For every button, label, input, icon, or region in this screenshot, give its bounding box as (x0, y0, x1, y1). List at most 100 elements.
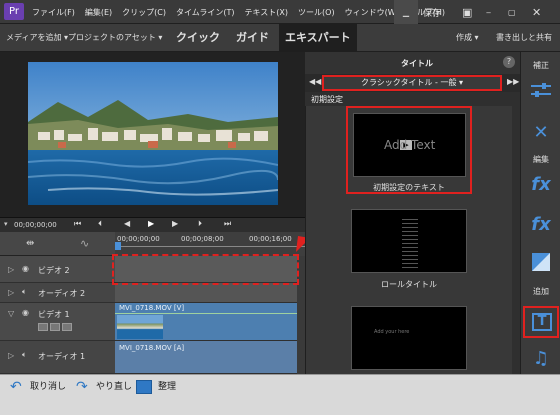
video-clip[interactable]: MVI_0718.MOV [V] (115, 303, 297, 341)
minimize-icon[interactable]: ▁ (394, 0, 418, 24)
keyframe-add-icon[interactable] (50, 323, 60, 331)
tools-icon[interactable]: ✕ (527, 118, 555, 146)
opacity-line[interactable] (115, 313, 297, 314)
save-button[interactable]: 保存 (423, 0, 441, 24)
step-back-icon[interactable]: ⏴ (98, 219, 102, 229)
rewind-icon[interactable]: ◀ (124, 219, 130, 228)
title-caption: ロールタイトル (381, 280, 437, 289)
expand-icon[interactable]: ▷ (8, 351, 14, 360)
track-audio-2: ▷ 🔈︎ オーディオ 2 (0, 283, 305, 303)
category-label: クラシックタイトル - 一般 (360, 78, 457, 87)
add-media-label: メディアを追加 (6, 33, 62, 42)
edit-label: 編集 (533, 155, 549, 164)
title-caption: 初期設定のテキスト (373, 183, 445, 192)
titles-button[interactable]: T (523, 306, 559, 338)
organizer-button[interactable]: 整理 (158, 375, 176, 400)
category-dropdown[interactable]: クラシックタイトル - 一般 ▾ (322, 75, 502, 91)
menu-window[interactable]: ウィンドウ(W) (345, 7, 399, 18)
tab-expert[interactable]: エキスパート (279, 24, 357, 52)
transport-controls: ▾ 00;00;00;00 ⏮ ⏴ ◀ ▶ ▶ ⏵ ⏭ (0, 217, 305, 232)
timeline-ruler[interactable]: 00;00;00;00 00;00;08;00 00;00;16;00 (115, 232, 305, 256)
menu-clip[interactable]: クリップ(C) (122, 7, 166, 18)
fit-timeline-icon[interactable]: ⇹ (26, 238, 34, 249)
play-icon[interactable]: ▶ (148, 219, 154, 228)
expand-icon[interactable]: ▷ (8, 265, 14, 274)
title-thumbnail: Add your here (351, 306, 467, 370)
title-sample-text: Add your here (374, 329, 410, 335)
right-sidebar: 補正 ✕ 編集 fx fx 追加 T ♫ (520, 52, 560, 374)
transitions-icon[interactable] (527, 248, 555, 276)
correct-label: 補正 (533, 61, 549, 70)
drop-target-highlight (112, 254, 299, 285)
bottom-bar: ↶ 取り消し ↷ やり直し 整理 (0, 374, 560, 415)
window-close-icon[interactable]: ✕ (532, 0, 552, 24)
clip-name: MVI_0718.MOV [A] (119, 344, 185, 352)
track-header: ▷ 🔈︎ オーディオ 2 (0, 283, 115, 303)
eye-icon[interactable]: ◉ (22, 264, 29, 273)
undo-button[interactable]: 取り消し (30, 375, 66, 400)
menu-text[interactable]: テキスト(X) (245, 7, 288, 18)
menu-timeline[interactable]: タイムライン(T) (176, 7, 235, 18)
playhead[interactable] (115, 242, 121, 250)
panel-scrollbar[interactable] (512, 92, 520, 374)
title-thumbnail: ▶ Add Text (353, 113, 466, 177)
track-name: ビデオ 2 (38, 266, 70, 275)
track-name: ビデオ 1 (38, 310, 70, 319)
audio-waveform-icon[interactable]: ∿ (80, 237, 89, 250)
add-label: 追加 (533, 287, 549, 296)
forward-icon[interactable]: ▶ (172, 219, 178, 228)
redo-button[interactable]: やり直し (96, 375, 132, 400)
title-template-default[interactable]: ▶ Add Text 初期設定のテキスト (346, 106, 472, 194)
organizer-icon[interactable] (136, 380, 152, 394)
add-media-button[interactable]: メディアを追加 ▾ (6, 24, 68, 52)
prev-category-icon[interactable]: ◀◀ (309, 77, 321, 86)
top-toolbar: メディアを追加 ▾ プロジェクトのアセット ▾ クイック ガイド エキスパート … (0, 24, 560, 52)
adjust-sliders-icon[interactable] (527, 76, 555, 104)
section-title: 初期設定 (311, 95, 343, 104)
keyframe-next-icon[interactable] (62, 323, 72, 331)
music-icon[interactable]: ♫ (527, 344, 555, 372)
help-icon[interactable]: ? (503, 56, 515, 68)
speaker-icon[interactable]: 🔈︎ (22, 350, 27, 360)
video-preview-image (28, 62, 278, 205)
ruler-tick-label: 00;00;00;00 (117, 235, 160, 243)
monitor-icon[interactable]: ▣ (462, 0, 480, 24)
menu-file[interactable]: ファイル(F) (32, 7, 75, 18)
title-sample-text: Add Text (384, 138, 436, 152)
timeline-toggle-icon[interactable]: ▾ (4, 220, 8, 228)
export-share-button[interactable]: 書き出しと共有 (496, 24, 552, 52)
applied-effects-icon[interactable]: fx (527, 210, 555, 238)
expand-icon[interactable]: ▷ (8, 288, 14, 297)
speaker-icon[interactable]: 🔈︎ (22, 287, 27, 297)
text-icon: T (532, 313, 552, 331)
track-header: ▷ 🔈︎ オーディオ 1 (0, 341, 115, 374)
create-button[interactable]: 作成 ▾ (456, 24, 479, 52)
title-template-3[interactable]: Add your here (349, 306, 469, 374)
project-assets-label: プロジェクトのアセット (68, 33, 156, 42)
project-assets-button[interactable]: プロジェクトのアセット ▾ (68, 24, 162, 52)
undo-icon[interactable]: ↶ (10, 375, 22, 400)
redo-icon[interactable]: ↷ (76, 375, 88, 400)
go-to-end-icon[interactable]: ⏭ (224, 219, 231, 229)
audio-clip[interactable]: MVI_0718.MOV [A] (115, 341, 297, 374)
track-name: オーディオ 1 (38, 352, 86, 361)
window-minimize-icon[interactable]: ‒ (486, 0, 504, 24)
menu-edit[interactable]: 編集(E) (85, 7, 112, 18)
menu-tools[interactable]: ツール(O) (298, 7, 335, 18)
eye-icon[interactable]: ◉ (22, 308, 29, 317)
track-lane[interactable] (115, 283, 297, 303)
tab-guide[interactable]: ガイド (236, 24, 269, 52)
collapse-icon[interactable]: ▽ (8, 309, 14, 318)
tab-quick[interactable]: クイック (176, 24, 220, 52)
category-selector-bar: ◀◀ クラシックタイトル - 一般 ▾ ▶▶ (305, 74, 520, 92)
go-to-start-icon[interactable]: ⏮ (74, 219, 81, 229)
menu-items: ファイル(F) 編集(E) クリップ(C) タイムライン(T) テキスト(X) … (32, 0, 445, 24)
clip-name: MVI_0718.MOV [V] (119, 304, 185, 312)
window-maximize-icon[interactable]: ▢ (508, 0, 526, 24)
track-name: オーディオ 2 (38, 289, 86, 298)
title-template-roll[interactable]: ロールタイトル (349, 209, 469, 293)
effects-icon[interactable]: fx (527, 170, 555, 198)
step-forward-icon[interactable]: ⏵ (198, 219, 202, 229)
next-category-icon[interactable]: ▶▶ (507, 77, 519, 86)
keyframe-prev-icon[interactable] (38, 323, 48, 331)
